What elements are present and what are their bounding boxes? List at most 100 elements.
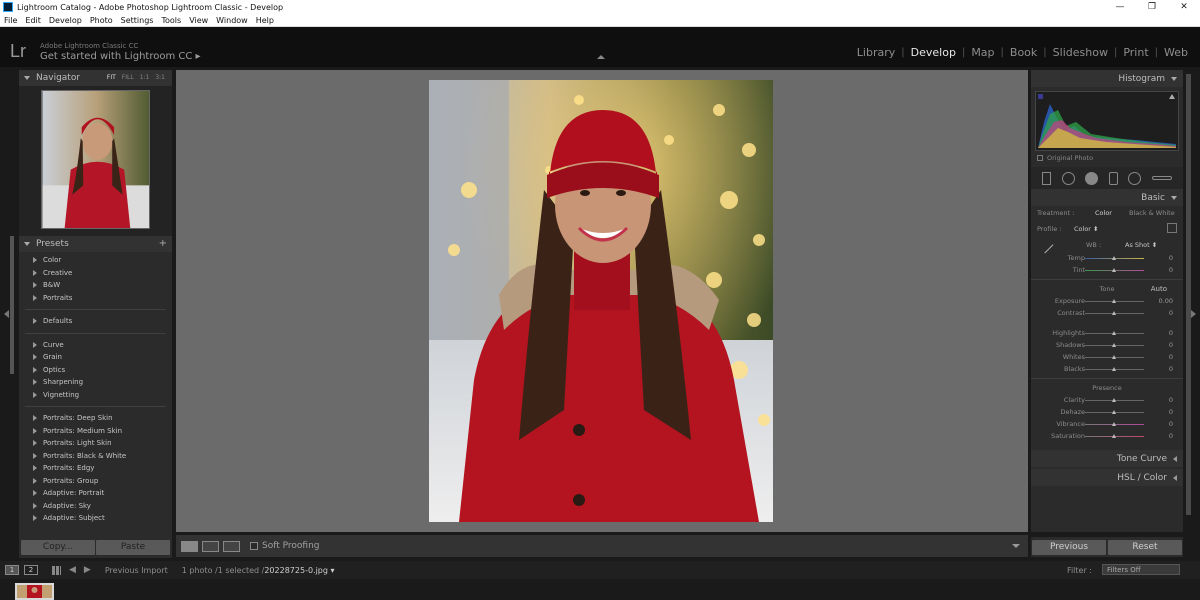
loupe-view[interactable] <box>176 70 1028 532</box>
menu-window[interactable]: Window <box>212 16 252 25</box>
contrast-slider[interactable] <box>1085 310 1144 315</box>
slider-value[interactable]: 0 <box>1169 420 1173 428</box>
histogram-header[interactable]: Histogram <box>1031 70 1183 87</box>
collapse-right-panel-icon[interactable] <box>1191 310 1196 318</box>
module-web[interactable]: Web <box>1158 46 1194 59</box>
module-map[interactable]: Map <box>965 46 1000 59</box>
collapse-left-panel-icon[interactable] <box>4 310 9 318</box>
get-started-link[interactable]: Get started with Lightroom CC ▸ <box>40 51 201 62</box>
right-panel-scrollbar[interactable] <box>1186 74 1191 515</box>
secondary-window-button[interactable]: 2 <box>24 565 38 575</box>
filmstrip-thumbnail[interactable] <box>15 583 54 600</box>
highlight-clipping-indicator[interactable] <box>1169 94 1175 99</box>
preset-folder[interactable]: Curve <box>19 339 172 352</box>
slider-value[interactable]: 0 <box>1169 254 1173 262</box>
close-button[interactable]: ✕ <box>1168 0 1200 14</box>
slider-thumb[interactable] <box>1112 433 1116 438</box>
preset-folder[interactable]: Vignetting <box>19 389 172 402</box>
preset-folder[interactable]: Portraits: Black & White <box>19 450 172 463</box>
red-eye-icon[interactable] <box>1085 171 1099 185</box>
temp-slider[interactable] <box>1085 255 1144 260</box>
treatment-color-option[interactable]: Color <box>1095 209 1112 217</box>
preset-folder[interactable]: Grain <box>19 351 172 364</box>
slider-value[interactable]: 0 <box>1169 266 1173 274</box>
slider-thumb[interactable] <box>1112 342 1116 347</box>
navigator-thumbnail[interactable] <box>41 90 150 229</box>
yy-view-icon[interactable] <box>223 540 240 552</box>
presets-header[interactable]: Presets + <box>19 236 172 252</box>
slider-value[interactable]: 0 <box>1169 341 1173 349</box>
saturation-slider[interactable] <box>1085 433 1144 438</box>
preset-folder[interactable]: Creative <box>19 267 172 280</box>
menu-develop[interactable]: Develop <box>45 16 86 25</box>
slider-thumb[interactable] <box>1112 366 1116 371</box>
selected-filename[interactable]: 20228725-0.jpg ▾ <box>264 566 334 575</box>
collapse-top-panel-icon[interactable] <box>597 55 605 59</box>
spot-removal-icon[interactable] <box>1061 171 1075 185</box>
preset-folder[interactable]: Portraits: Deep Skin <box>19 412 172 425</box>
slider-thumb[interactable] <box>1112 310 1116 315</box>
preset-folder[interactable]: Portraits: Medium Skin <box>19 425 172 438</box>
vibrance-slider[interactable] <box>1085 421 1144 426</box>
slider-value[interactable]: 0 <box>1169 365 1173 373</box>
zoom-3-1[interactable]: 3:1 <box>152 74 168 81</box>
preset-folder[interactable]: Adaptive: Subject <box>19 512 172 525</box>
preset-folder[interactable]: B&W <box>19 279 172 292</box>
module-book[interactable]: Book <box>1004 46 1043 59</box>
auto-tone-button[interactable]: Auto <box>1151 285 1167 293</box>
menu-settings[interactable]: Settings <box>117 16 158 25</box>
crop-overlay-icon[interactable] <box>1042 171 1052 185</box>
back-arrow-icon[interactable]: ◀ <box>69 565 76 575</box>
zoom-fit[interactable]: FIT <box>104 74 119 81</box>
preset-folder[interactable]: Defaults <box>19 315 172 328</box>
dehaze-slider[interactable] <box>1085 409 1144 414</box>
profile-browser-grid-icon[interactable] <box>1167 223 1177 233</box>
preset-folder[interactable]: Adaptive: Portrait <box>19 487 172 500</box>
loupe-view-icon[interactable] <box>181 540 198 552</box>
filmstrip-source[interactable]: Previous Import <box>105 566 168 575</box>
tint-slider[interactable] <box>1085 267 1144 272</box>
clarity-slider[interactable] <box>1085 397 1144 402</box>
preset-folder[interactable]: Portraits <box>19 292 172 305</box>
forward-arrow-icon[interactable]: ▶ <box>84 565 91 575</box>
slider-thumb[interactable] <box>1112 298 1116 303</box>
slider-thumb[interactable] <box>1112 397 1116 402</box>
menu-view[interactable]: View <box>185 16 212 25</box>
white-balance-eyedropper-icon[interactable] <box>1036 236 1054 254</box>
navigator-header[interactable]: Navigator FIT FILL 1:1 3:1 <box>19 70 172 86</box>
highlights-slider[interactable] <box>1085 330 1144 335</box>
menu-photo[interactable]: Photo <box>86 16 117 25</box>
module-develop[interactable]: Develop <box>905 46 962 59</box>
menu-tools[interactable]: Tools <box>157 16 185 25</box>
slider-thumb[interactable] <box>1112 421 1116 426</box>
previous-button[interactable]: Previous <box>1032 539 1106 555</box>
adjustment-brush-icon[interactable] <box>1151 176 1172 180</box>
slider-thumb[interactable] <box>1112 330 1116 335</box>
module-library[interactable]: Library <box>851 46 901 59</box>
slider-thumb[interactable] <box>1112 354 1116 359</box>
preset-folder[interactable]: Portraits: Edgy <box>19 462 172 475</box>
slider-value[interactable]: 0 <box>1169 329 1173 337</box>
preset-folder[interactable]: Sharpening <box>19 376 172 389</box>
menu-help[interactable]: Help <box>252 16 278 25</box>
module-print[interactable]: Print <box>1117 46 1154 59</box>
whites-slider[interactable] <box>1085 354 1144 359</box>
slider-value[interactable]: 0 <box>1169 309 1173 317</box>
preset-folder[interactable]: Portraits: Group <box>19 475 172 488</box>
histogram[interactable] <box>1035 91 1179 151</box>
slider-value[interactable]: 0.00 <box>1159 297 1173 305</box>
hsl-color-header[interactable]: HSL / Color <box>1031 469 1183 486</box>
treatment-bw-option[interactable]: Black & White <box>1129 209 1175 217</box>
blacks-slider[interactable] <box>1085 366 1144 371</box>
radial-filter-icon[interactable] <box>1128 171 1142 185</box>
filter-dropdown[interactable]: Filters Off <box>1102 564 1180 575</box>
zoom-fill[interactable]: FILL <box>119 74 137 81</box>
slider-value[interactable]: 0 <box>1169 432 1173 440</box>
soft-proofing-checkbox[interactable] <box>250 542 258 550</box>
toolbar-menu-icon[interactable] <box>1012 544 1020 548</box>
main-photo[interactable] <box>429 80 773 522</box>
profile-dropdown[interactable]: Color ⬍ <box>1074 225 1098 233</box>
exposure-slider[interactable] <box>1085 298 1144 303</box>
preset-folder[interactable]: Adaptive: Sky <box>19 500 172 513</box>
slider-thumb[interactable] <box>1112 409 1116 414</box>
